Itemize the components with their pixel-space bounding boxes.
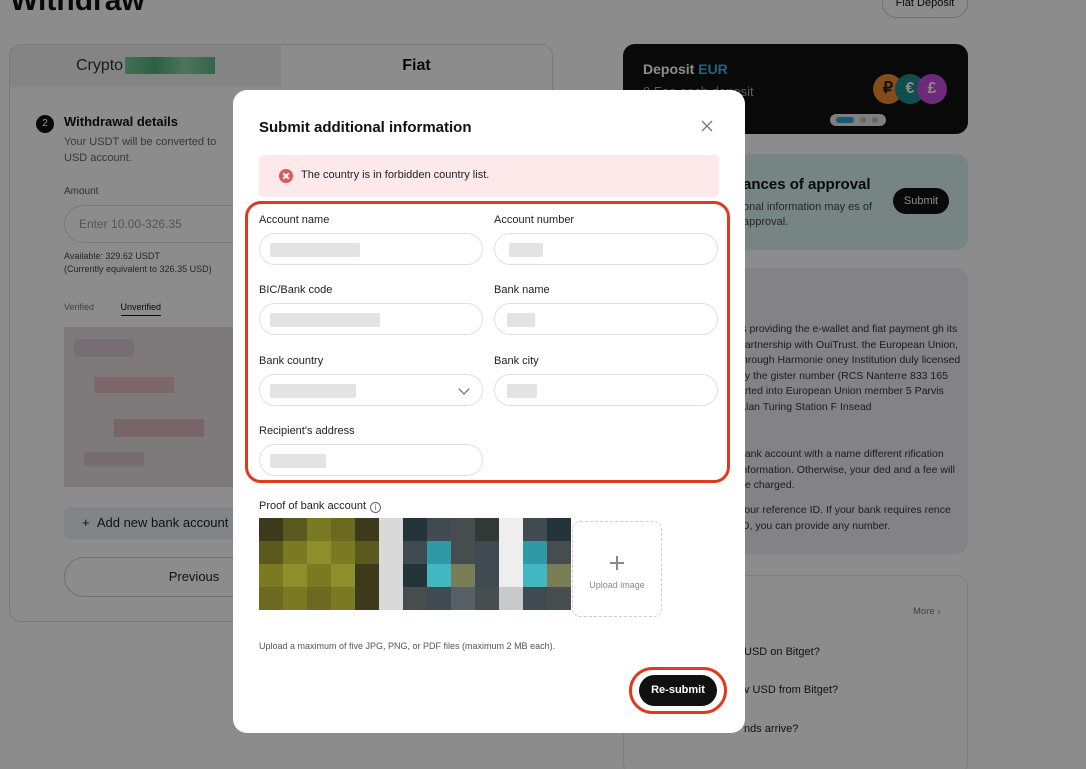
close-icon[interactable]: [699, 118, 715, 134]
bank-country-label: Bank country: [259, 355, 324, 367]
recipient-address-label: Recipient's address: [259, 425, 355, 437]
info-icon[interactable]: i: [370, 502, 382, 513]
chevron-down-icon: [458, 383, 470, 395]
recipient-address-input[interactable]: [259, 444, 483, 476]
error-icon: [279, 169, 293, 183]
modal-title: Submit additional information: [259, 119, 472, 136]
account-number-input[interactable]: [494, 233, 718, 265]
proof-label-text: Proof of bank account: [259, 500, 367, 512]
upload-hint: Upload a maximum of five JPG, PNG, or PD…: [259, 641, 556, 651]
submit-info-modal: Submit additional information The countr…: [233, 90, 745, 733]
account-name-label: Account name: [259, 214, 330, 226]
error-banner: The country is in forbidden country list…: [259, 155, 719, 197]
resubmit-button[interactable]: Re-submit: [639, 675, 717, 706]
bic-label: BIC/Bank code: [259, 284, 333, 296]
account-number-label: Account number: [494, 214, 575, 226]
account-name-input[interactable]: [259, 233, 483, 265]
bank-name-label: Bank name: [494, 284, 550, 296]
upload-image-label: Upload image: [589, 580, 645, 590]
proof-label: Proof of bank account i: [259, 500, 382, 513]
bic-input[interactable]: [259, 303, 483, 335]
bank-city-label: Bank city: [494, 355, 539, 367]
upload-image-button[interactable]: Upload image: [572, 521, 662, 617]
bank-name-input[interactable]: [494, 303, 718, 335]
bank-city-input[interactable]: [494, 374, 718, 406]
proof-image-thumbnail[interactable]: [259, 518, 571, 610]
error-message: The country is in forbidden country list…: [301, 169, 490, 181]
plus-icon: [610, 556, 624, 570]
bank-country-select[interactable]: [259, 374, 483, 406]
